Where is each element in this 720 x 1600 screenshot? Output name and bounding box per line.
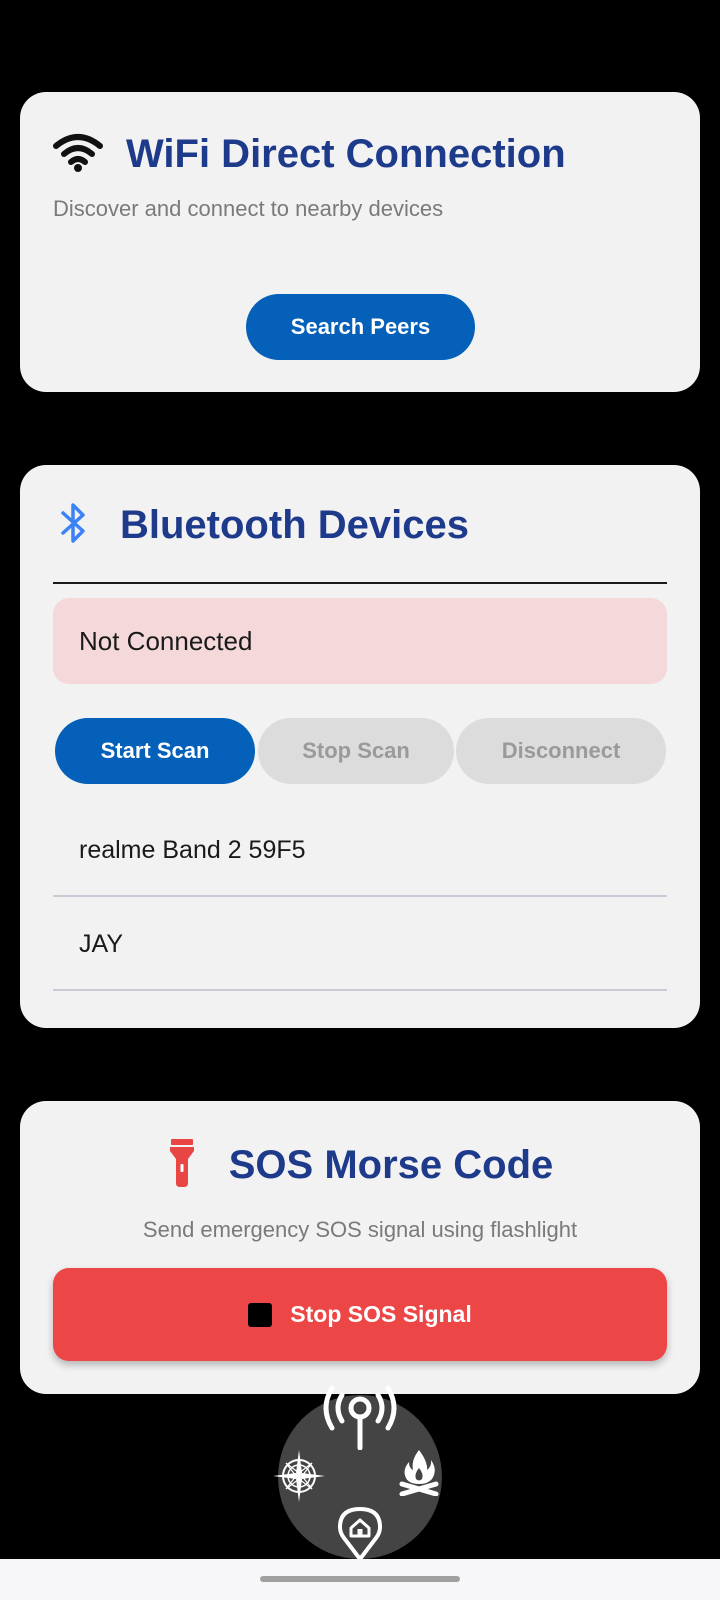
radio-tower-icon[interactable] [318,1378,402,1455]
stop-sos-button[interactable]: Stop SOS Signal [53,1268,667,1361]
bluetooth-title: Bluetooth Devices [120,503,469,547]
campfire-icon[interactable] [398,1448,440,1501]
home-gesture-handle[interactable] [260,1576,460,1582]
bluetooth-divider [53,582,667,584]
wifi-direct-card: WiFi Direct Connection Discover and conn… [20,92,700,392]
sos-subtitle: Send emergency SOS signal using flashlig… [142,1217,578,1242]
compass-icon[interactable] [271,1448,327,1509]
sos-title-row: SOS Morse Code [20,1139,700,1192]
connection-status: Not Connected [53,598,667,684]
disconnect-button[interactable]: Disconnect [456,718,666,784]
stop-icon [248,1302,273,1327]
device-list-item[interactable]: realme Band 2 59F5 [53,803,667,897]
device-list-item[interactable]: JAY [53,897,667,991]
wifi-title: WiFi Direct Connection [126,132,566,176]
flashlight-icon [167,1139,197,1192]
system-nav-bar [0,1559,720,1600]
bluetooth-card: Bluetooth Devices Not Connected Start Sc… [20,465,700,1028]
wifi-subtitle: Discover and connect to nearby devices [53,196,444,221]
bluetooth-title-row: Bluetooth Devices [58,500,469,551]
bluetooth-icon [58,500,90,551]
search-peers-button[interactable]: Search Peers [246,294,475,360]
home-pin-icon[interactable] [338,1507,382,1566]
start-scan-button[interactable]: Start Scan [55,718,255,784]
wifi-icon [52,132,104,177]
stop-scan-button[interactable]: Stop Scan [258,718,454,784]
stop-sos-label: Stop SOS Signal [290,1301,472,1327]
sos-title: SOS Morse Code [228,1143,554,1187]
sos-morse-card: SOS Morse Code Send emergency SOS signal… [20,1101,700,1394]
wifi-title-row: WiFi Direct Connection [52,132,566,177]
